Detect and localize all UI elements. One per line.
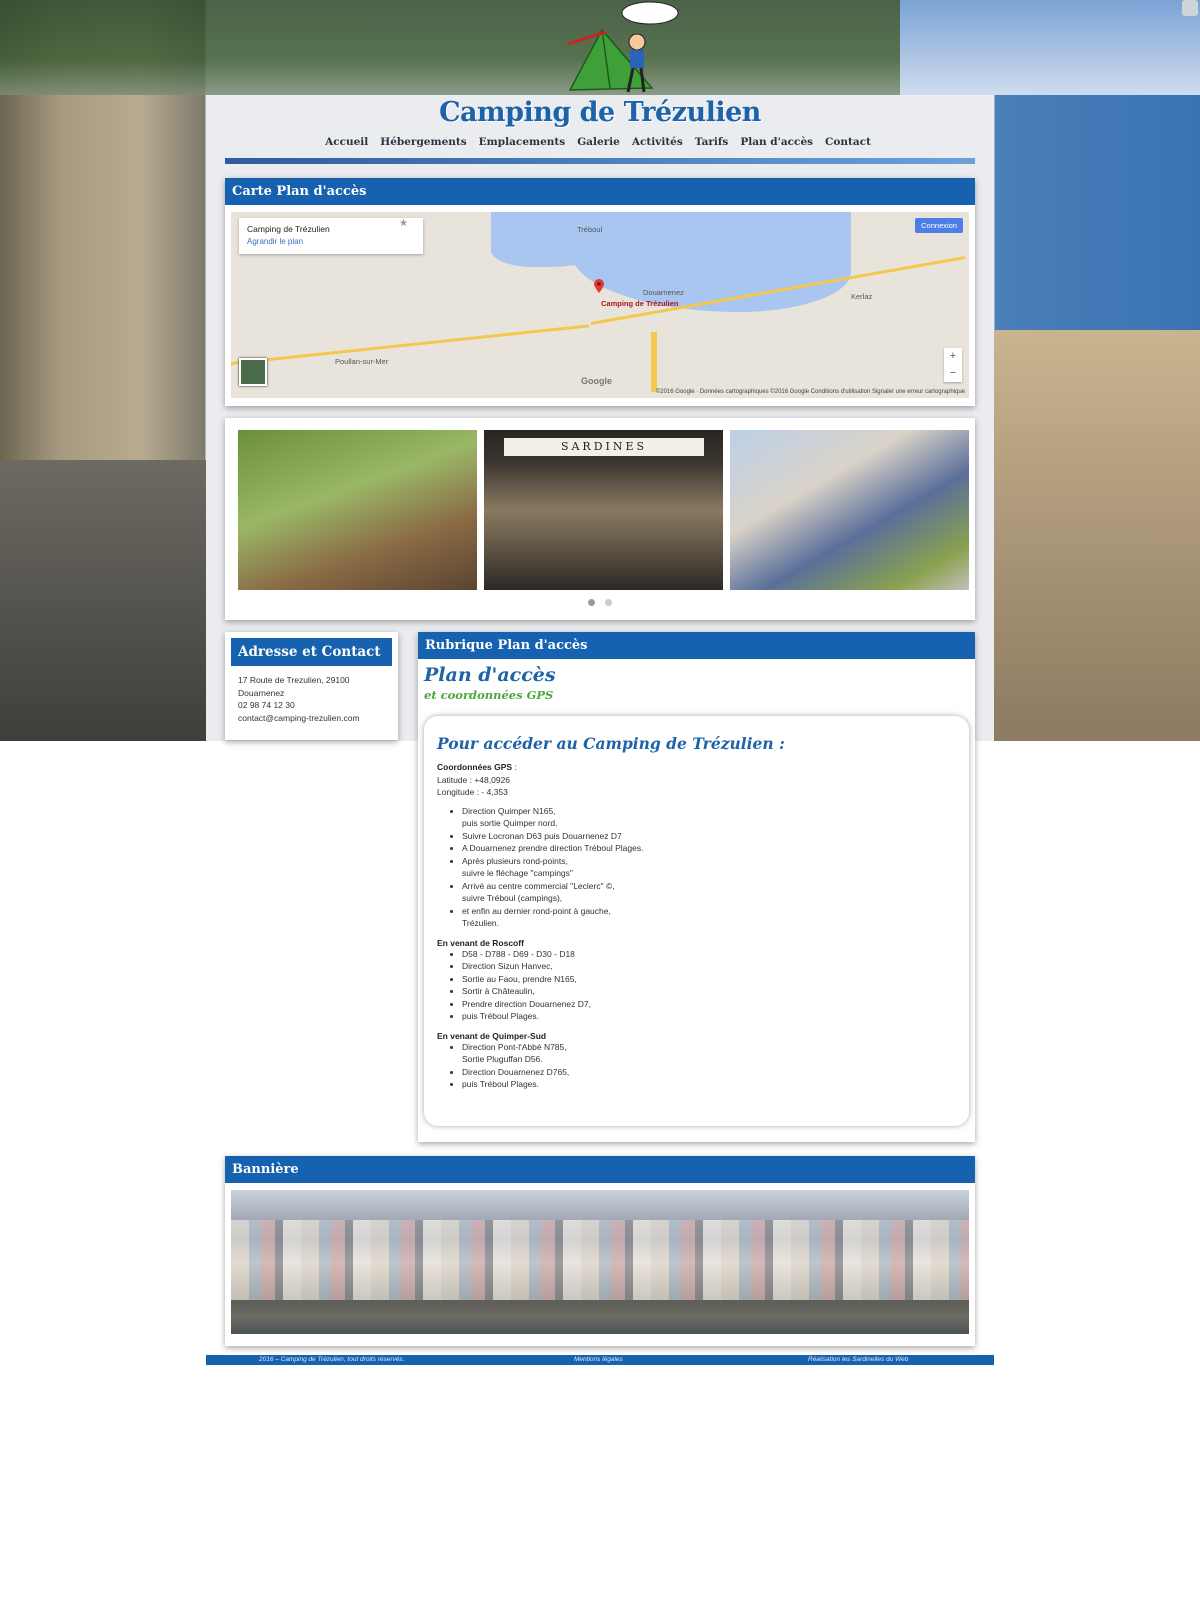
carousel-photo-picnic[interactable] — [238, 430, 477, 590]
carousel-photo-map-reader[interactable] — [730, 430, 969, 590]
list-item: et enfin au dernier rond-point à gauche,… — [462, 905, 956, 930]
map-zoom-control[interactable]: + − — [944, 348, 962, 382]
gps-colon: : — [512, 762, 517, 772]
background-beach — [994, 330, 1200, 741]
browser-extension-icon[interactable] — [1182, 0, 1198, 16]
directions-box: Pour accéder au Camping de Trézulien : C… — [424, 716, 969, 1126]
nav-plan-acces[interactable]: Plan d'accès — [740, 136, 813, 148]
map-signin-button[interactable]: Connexion — [915, 218, 963, 233]
nav-contact[interactable]: Contact — [825, 136, 871, 148]
footer-copyright: 2016 – Camping de Trézulien, tout droits… — [259, 1356, 405, 1363]
list-item: Sortie au Faou, prendre N165, — [462, 973, 956, 986]
banner-title: Bannière — [225, 1156, 975, 1183]
list-item: puis Tréboul Plages. — [462, 1078, 956, 1091]
main-nav: Accueil Hébergements Emplacements Galeri… — [325, 136, 871, 148]
banner-photo-harbour — [231, 1190, 969, 1334]
list-item: Après plusieurs rond-points,suivre le fl… — [462, 855, 956, 880]
content-section-title: Rubrique Plan d'accès — [418, 632, 975, 659]
banner-panel: Bannière — [225, 1156, 975, 1346]
list-item: puis Tréboul Plages. — [462, 1010, 956, 1023]
directions-title: Pour accéder au Camping de Trézulien : — [437, 734, 785, 753]
list-item: A Douarnenez prendre direction Tréboul P… — [462, 842, 956, 855]
map-pin-icon[interactable] — [594, 279, 604, 293]
list-item: Suivre Locronan D63 puis Douarnenez D7 — [462, 830, 956, 843]
carousel-dot-1[interactable] — [587, 599, 595, 606]
map-road — [231, 324, 590, 365]
route-list-main: Direction Quimper N165,puis sortie Quimp… — [437, 805, 956, 930]
gps-longitude: Longitude : - 4,353 — [437, 787, 508, 797]
page-heading: Plan d'accès — [424, 664, 556, 686]
google-map[interactable]: Camping de Trézulien Agrandir le plan ★ … — [231, 212, 969, 398]
nav-tarifs[interactable]: Tarifs — [695, 136, 729, 148]
save-star-icon[interactable]: ★ — [399, 218, 408, 229]
carousel-photo-sardines-shop[interactable]: SARDINES — [484, 430, 723, 590]
background-rocks — [0, 460, 206, 741]
banner-houses — [231, 1220, 969, 1300]
nav-hebergements[interactable]: Hébergements — [380, 136, 466, 148]
route-list-quimper: Direction Pont-l'Abbé N785,Sortie Pluguf… — [437, 1041, 956, 1091]
map-panel: Carte Plan d'accès Camping de Trézulien … — [225, 178, 975, 406]
map-place-douarnenez: Douarnenez — [643, 288, 684, 297]
email-address[interactable]: contact@camping-trezulien.com — [238, 712, 385, 725]
list-item: Direction Sizun Hanvec, — [462, 960, 956, 973]
nav-underline — [225, 158, 975, 164]
map-place-poullan: Poullan-sur-Mer — [335, 357, 389, 366]
background-sky — [900, 0, 1200, 95]
address-line-1: 17 Route de Trezulien, 29100 — [238, 675, 350, 685]
zoom-in-icon[interactable]: + — [944, 348, 962, 365]
list-item: Direction Douarnenez D765, — [462, 1066, 956, 1079]
gps-latitude: Latitude : +48,0926 — [437, 774, 511, 785]
list-item: Arrivé au centre commercial "Leclerc" ©,… — [462, 880, 956, 905]
list-item: Sortir à Châteaulin, — [462, 985, 956, 998]
photo-carousel: SARDINES — [225, 418, 975, 620]
list-item: D58 - D788 - D69 - D30 - D18 — [462, 948, 956, 961]
map-bay — [571, 212, 851, 312]
contact-title: Adresse et Contact — [231, 638, 392, 666]
google-logo: Google — [581, 376, 612, 386]
map-info-card: Camping de Trézulien Agrandir le plan — [239, 218, 423, 254]
map-copyright: ©2016 Google · Données cartographiques ©… — [655, 389, 965, 395]
list-item: Prendre direction Douarnenez D7, — [462, 998, 956, 1011]
mascot-logo[interactable] — [540, 0, 690, 100]
contact-body: 17 Route de Trezulien, 29100 Douarnenez … — [225, 666, 398, 732]
nav-activites[interactable]: Activités — [632, 136, 683, 148]
page-subheading: et coordonnées GPS — [424, 688, 554, 702]
nav-galerie[interactable]: Galerie — [577, 136, 620, 148]
footer-credits-link[interactable]: Réalisation les Sardinelles du Web — [808, 1355, 908, 1365]
footer: 2016 – Camping de Trézulien, tout droits… — [206, 1355, 994, 1365]
list-item: Direction Quimper N165,puis sortie Quimp… — [462, 805, 956, 830]
site-title[interactable]: Camping de Trézulien — [0, 97, 1200, 128]
map-place-treboul: Tréboul — [577, 225, 603, 234]
nav-accueil[interactable]: Accueil — [325, 136, 368, 148]
route-list-roscoff: D58 - D788 - D69 - D30 - D18 Direction S… — [437, 948, 956, 1023]
map-place-kerlaz: Kerlaz — [851, 292, 873, 301]
quimper-heading: En venant de Quimper-Sud — [437, 1030, 547, 1041]
map-panel-title: Carte Plan d'accès — [225, 178, 975, 205]
content-panel: Rubrique Plan d'accès Plan d'accès et co… — [418, 632, 975, 1142]
gps-coordinates: Coordonnées GPS : Latitude : +48,0926 Lo… — [437, 761, 956, 799]
zoom-out-icon[interactable]: − — [944, 365, 962, 382]
contact-panel: Adresse et Contact 17 Route de Trezulien… — [225, 632, 398, 740]
carousel-dots — [225, 598, 975, 608]
footer-legal-link[interactable]: Mentions légales — [574, 1355, 623, 1365]
phone-number[interactable]: 02 98 74 12 30 — [238, 699, 385, 712]
map-satellite-toggle[interactable] — [239, 358, 267, 386]
nav-emplacements[interactable]: Emplacements — [479, 136, 566, 148]
map-enlarge-link[interactable]: Agrandir le plan — [247, 237, 415, 246]
sardines-sign: SARDINES — [504, 438, 704, 456]
map-card-title: Camping de Trézulien — [247, 224, 330, 234]
address-line-2: Douarnenez — [238, 687, 285, 698]
roscoff-heading: En venant de Roscoff — [437, 937, 524, 948]
map-pin-label: Camping de Trézulien — [601, 299, 679, 308]
list-item: Direction Pont-l'Abbé N785,Sortie Pluguf… — [462, 1041, 956, 1066]
gps-label: Coordonnées GPS — [437, 762, 513, 772]
map-road — [651, 332, 657, 392]
carousel-dot-2[interactable] — [605, 599, 613, 606]
